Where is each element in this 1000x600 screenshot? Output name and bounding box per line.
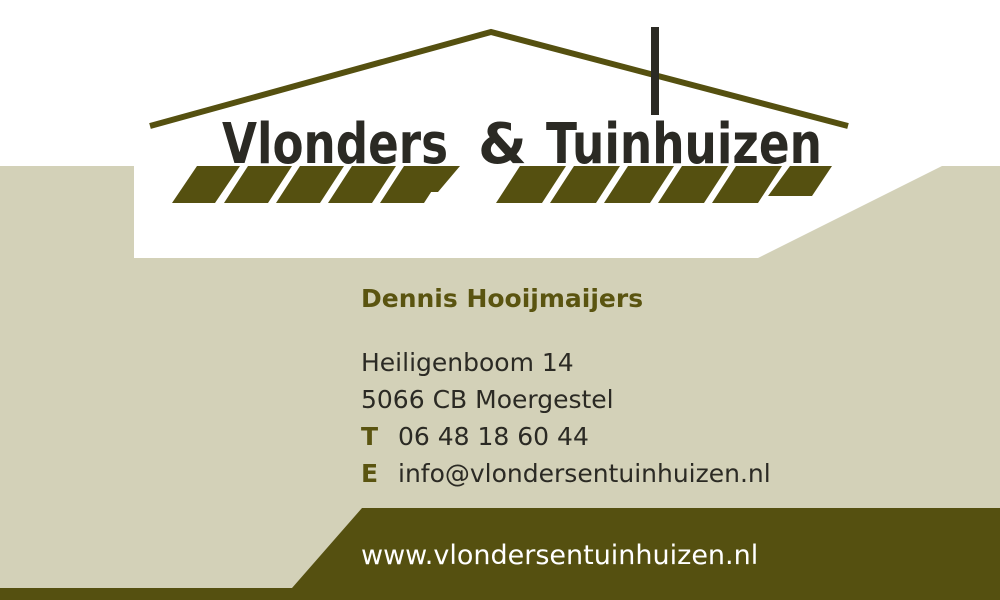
phone-label: T [361,422,379,451]
brand-name-tuinhuizen: Tuinhuizen [546,112,822,177]
contact-name: Dennis Hooijmaijers [361,284,644,313]
email-line: Einfo@vlondersentuinhuizen.nl [361,455,771,492]
email-label: E [361,459,379,488]
chimney [651,27,659,115]
brand-name-vlonders: Vlonders [222,112,448,177]
phone-line: T 06 48 18 60 44 [361,418,771,455]
brand-ampersand: & [478,112,527,177]
address-city: 5066 CB Moergestel [361,385,614,414]
phone-number[interactable]: 06 48 18 60 44 [398,422,589,451]
business-card: Vlonders & Tuinhuizen Dennis Hooijmaijer… [0,0,1000,600]
contact-block: Dennis Hooijmaijers Heiligenboom 14 5066… [361,282,771,492]
email-link[interactable]: info@vlondersentuinhuizen.nl [398,459,771,488]
logo: Vlonders & Tuinhuizen [149,27,849,203]
website-link[interactable]: www.vlondersentuinhuizen.nl [361,540,758,571]
address-street: Heiligenboom 14 [361,348,574,377]
